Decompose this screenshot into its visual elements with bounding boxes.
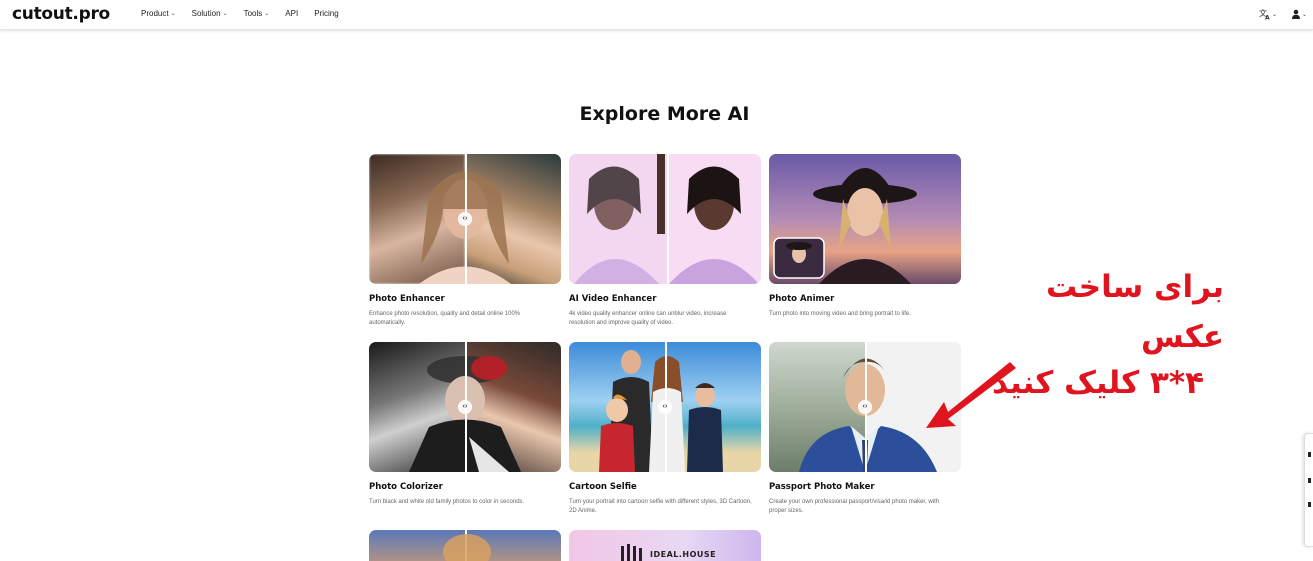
card-cartoon-selfie[interactable]: ‹› Cartoon Selfie Turn your portrait int…	[569, 342, 761, 516]
card-description: Enhance photo resolution, quality and de…	[369, 311, 521, 326]
red-arrow-icon	[926, 362, 1016, 428]
card-partial-2[interactable]: IDEAL.HOUSE	[569, 530, 761, 561]
user-icon	[1291, 9, 1300, 19]
main-nav: Product ⌄ Solution ⌄ Tools ⌄ API Pricing	[141, 9, 339, 18]
language-switcher[interactable]: 文 A ⌄	[1259, 8, 1277, 20]
card-photo-colorizer[interactable]: ‹› Photo Colorizer Turn black and white …	[369, 342, 561, 507]
nav-tools-label: Tools	[243, 9, 263, 18]
compare-handle-icon[interactable]: ‹›	[858, 400, 872, 414]
nav-api-label: API	[285, 9, 299, 18]
card-title[interactable]: AI Video Enhancer	[569, 294, 761, 304]
nav-product-label: Product	[141, 9, 169, 18]
chevron-down-icon: ⌄	[1301, 11, 1307, 18]
cutout-pro-logo[interactable]: cutout.pro	[12, 4, 110, 24]
photo-colorizer-preview[interactable]: ‹›	[369, 342, 561, 472]
chevron-down-icon: ⌄	[1271, 11, 1277, 18]
photo-enhancer-preview[interactable]: ‹›	[369, 154, 561, 284]
section-title: Explore More AI	[579, 103, 750, 125]
card-title[interactable]: Photo Animer	[769, 294, 961, 304]
card-photo-enhancer[interactable]: ‹› Photo Enhancer Enhance photo resoluti…	[369, 154, 561, 328]
card-description: Turn black and white old family photos t…	[369, 499, 525, 505]
chevron-down-icon: ⌄	[222, 11, 228, 17]
nav-product[interactable]: Product ⌄	[141, 9, 176, 18]
translate-icon: 文 A	[1259, 8, 1270, 21]
card-description: Turn your portrait into cartoon selfie w…	[569, 499, 752, 514]
nav-solution[interactable]: Solution ⌄	[192, 9, 228, 18]
card-title[interactable]: Photo Enhancer	[369, 294, 561, 304]
compare-handle-icon[interactable]: ‹›	[658, 400, 672, 414]
nav-pricing-label: Pricing	[314, 9, 339, 18]
portrait-illustration	[443, 534, 491, 561]
top-navigation-bar: cutout.pro Product ⌄ Solution ⌄ Tools ⌄ …	[0, 0, 1313, 30]
nav-tools[interactable]: Tools ⌄	[244, 9, 270, 18]
portrait-illustration	[773, 168, 917, 284]
card-ai-video-enhancer[interactable]: AI Video Enhancer 4k video quality enhan…	[569, 154, 761, 328]
card-description: Turn photo into moving video and bring p…	[769, 311, 911, 317]
compare-handle-icon[interactable]: ‹›	[458, 212, 472, 226]
account-menu[interactable]: ⌄	[1291, 9, 1307, 19]
partial-card-preview[interactable]: IDEAL.HOUSE	[569, 530, 761, 561]
card-description: 4k video quality enhancer online can unb…	[569, 311, 727, 326]
cartoon-selfie-preview[interactable]: ‹›	[569, 342, 761, 472]
card-photo-animer[interactable]: Photo Animer Turn photo into moving vide…	[769, 154, 961, 319]
partial-card-preview[interactable]	[369, 530, 561, 561]
nav-solution-label: Solution	[191, 9, 221, 18]
compare-handle-icon[interactable]: ‹›	[458, 400, 472, 414]
annotation-line-1: برای ساخت عکس	[1045, 269, 1224, 355]
card-description: Create your own professional passport/vi…	[769, 499, 940, 514]
svg-text:A: A	[1265, 15, 1270, 21]
nav-api[interactable]: API	[285, 9, 298, 18]
card-title[interactable]: Passport Photo Maker	[769, 482, 961, 492]
nav-pricing[interactable]: Pricing	[314, 9, 338, 18]
chevron-down-icon: ⌄	[170, 11, 176, 17]
compare-divider[interactable]	[667, 154, 669, 284]
photo-animer-preview[interactable]	[769, 154, 961, 284]
header-actions: 文 A ⌄ ⌄	[1259, 8, 1307, 20]
card-partial-1[interactable]	[369, 530, 561, 561]
portrait-illustration	[574, 154, 759, 284]
card-title[interactable]: Photo Colorizer	[369, 482, 561, 492]
card-title[interactable]: Cartoon Selfie	[569, 482, 761, 492]
feedback-side-widget[interactable]	[1304, 433, 1313, 547]
ai-video-enhancer-preview[interactable]	[569, 154, 761, 284]
chevron-down-icon: ⌄	[264, 11, 270, 17]
partial-card-brand-text: IDEAL.HOUSE	[650, 550, 717, 559]
